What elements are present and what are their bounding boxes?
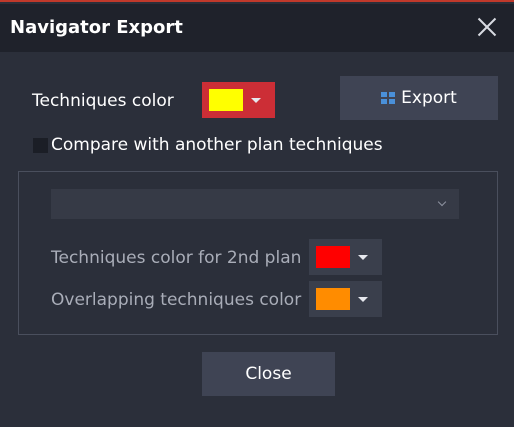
- second-plan-color-swatch: [316, 246, 350, 268]
- caret-down-icon: [251, 97, 261, 103]
- plan-select[interactable]: [51, 189, 459, 219]
- second-plan-color-label: Techniques color for 2nd plan: [51, 248, 302, 268]
- close-icon[interactable]: [476, 16, 498, 38]
- compare-label[interactable]: Compare with another plan techniques: [51, 135, 383, 155]
- close-button[interactable]: Close: [202, 352, 335, 396]
- title-bar: Navigator Export: [0, 4, 514, 52]
- caret-down-icon: [358, 254, 368, 260]
- navigator-export-dialog: Navigator Export Techniques color Export…: [0, 0, 514, 427]
- chevron-down-icon: [437, 197, 447, 207]
- overlap-color-label: Overlapping techniques color: [51, 290, 302, 310]
- techniques-color-picker[interactable]: [202, 82, 275, 118]
- compare-checkbox[interactable]: [33, 138, 48, 153]
- caret-down-icon: [358, 296, 368, 302]
- overlap-color-swatch: [316, 288, 350, 310]
- dialog-title: Navigator Export: [10, 17, 183, 38]
- techniques-color-label: Techniques color: [32, 91, 174, 111]
- overlap-color-picker[interactable]: [309, 281, 382, 317]
- second-plan-color-picker[interactable]: [309, 239, 382, 275]
- close-button-label: Close: [245, 364, 292, 384]
- export-button[interactable]: Export: [340, 76, 498, 120]
- export-button-label: Export: [401, 88, 457, 108]
- windows-grid-icon: [381, 92, 396, 104]
- techniques-color-swatch: [209, 89, 243, 111]
